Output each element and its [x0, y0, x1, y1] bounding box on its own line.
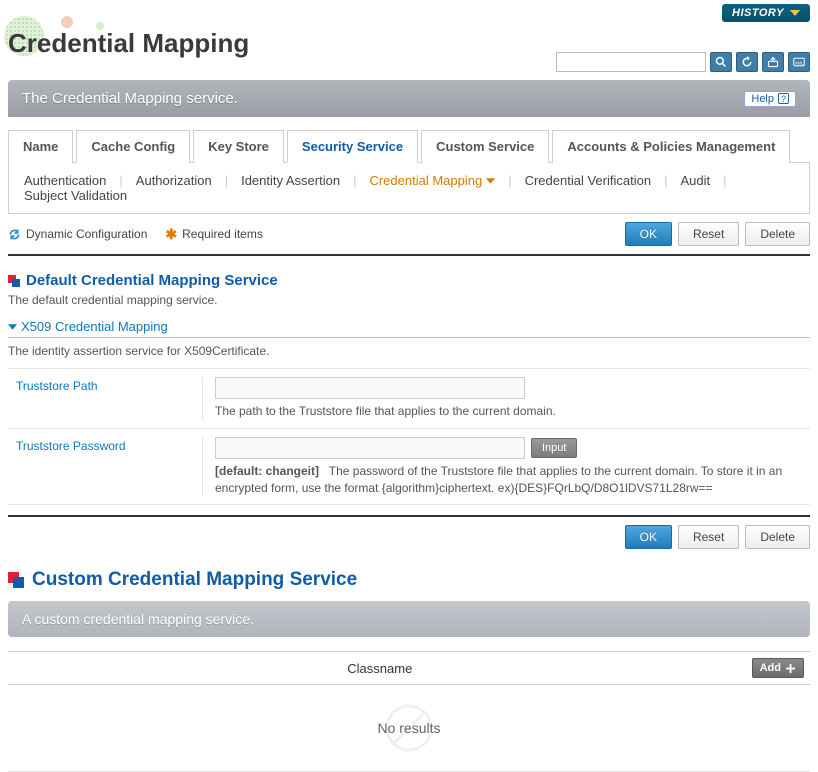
tab-custom-service[interactable]: Custom Service [421, 130, 549, 163]
ok-button-2[interactable]: OK [625, 525, 672, 549]
help-button[interactable]: Help ? [744, 91, 796, 107]
tab-security-service[interactable]: Security Service [287, 130, 418, 163]
banner-text: The Credential Mapping service. [22, 90, 238, 107]
svg-text:XML: XML [795, 60, 804, 65]
add-button[interactable]: Add [752, 658, 804, 678]
delete-button-2[interactable]: Delete [745, 525, 810, 549]
xml-icon: XML [793, 56, 805, 68]
subtab-subject-validation[interactable]: Subject Validation [21, 188, 130, 203]
truststore-password-input[interactable] [215, 437, 525, 459]
subtab-authentication[interactable]: Authentication [21, 173, 109, 188]
xml-icon-button[interactable]: XML [788, 52, 810, 72]
reset-button-2[interactable]: Reset [678, 525, 739, 549]
chevron-down-icon [8, 324, 17, 330]
classname-column-header: Classname [8, 661, 752, 676]
history-label: HISTORY [732, 7, 784, 19]
separator: | [119, 173, 122, 188]
truststore-path-input[interactable] [215, 377, 525, 399]
section-icon [8, 275, 20, 287]
separator: | [723, 173, 726, 188]
subtab-credential-verification[interactable]: Credential Verification [522, 173, 654, 188]
search-icon-button[interactable] [710, 52, 732, 72]
question-icon: ? [778, 93, 789, 104]
delete-button[interactable]: Delete [745, 222, 810, 246]
tab-key-store[interactable]: Key Store [193, 130, 284, 163]
search-input[interactable] [556, 52, 706, 72]
expander-desc: The identity assertion service for X509C… [8, 338, 810, 368]
password-default-tag: [default: changeit] [215, 464, 319, 478]
separator: | [664, 173, 667, 188]
sync-icon [8, 228, 21, 241]
default-section-title: Default Credential Mapping Service [26, 272, 278, 289]
dynamic-config-label: Dynamic Configuration [26, 227, 147, 241]
asterisk-icon: ✱ [165, 226, 177, 243]
password-input-button[interactable]: Input [531, 438, 577, 458]
plus-icon [785, 663, 796, 674]
required-label: Required items [182, 227, 263, 241]
dynamic-config-indicator: Dynamic Configuration [8, 227, 147, 241]
subtab-audit[interactable]: Audit [677, 173, 713, 188]
custom-section-banner: A custom credential mapping service. [8, 601, 810, 637]
subtab-authorization[interactable]: Authorization [133, 173, 215, 188]
history-button[interactable]: HISTORY [722, 4, 810, 22]
x509-expander[interactable]: X509 Credential Mapping [8, 319, 810, 338]
tab-cache-config[interactable]: Cache Config [76, 130, 190, 163]
reset-button[interactable]: Reset [678, 222, 739, 246]
refresh-icon-button[interactable] [736, 52, 758, 72]
subtab-credential-mapping[interactable]: Credential Mapping [366, 173, 498, 188]
truststore-path-hint: The path to the Truststore file that app… [215, 403, 810, 420]
add-label: Add [760, 662, 781, 674]
page-title: Credential Mapping [8, 22, 249, 59]
section-icon [8, 572, 24, 588]
truststore-password-label: Truststore Password [8, 437, 203, 497]
tab-accounts-policies-management[interactable]: Accounts & Policies Management [552, 130, 790, 163]
export-icon-button[interactable] [762, 52, 784, 72]
tab-name[interactable]: Name [8, 130, 73, 163]
subtab-identity-assertion[interactable]: Identity Assertion [238, 173, 343, 188]
separator: | [225, 173, 228, 188]
export-icon [767, 56, 779, 68]
no-results-text: No results [377, 720, 440, 736]
ok-button[interactable]: OK [625, 222, 672, 246]
default-section-desc: The default credential mapping service. [8, 293, 810, 307]
refresh-icon [741, 56, 753, 68]
truststore-path-label: Truststore Path [8, 377, 203, 420]
search-icon [715, 56, 727, 68]
separator: | [353, 173, 356, 188]
separator: | [508, 173, 511, 188]
expander-label: X509 Credential Mapping [21, 319, 168, 334]
custom-section-title: Custom Credential Mapping Service [32, 569, 357, 591]
required-items-indicator: ✱ Required items [165, 226, 262, 243]
help-label: Help [751, 93, 774, 105]
chevron-down-icon [790, 10, 800, 16]
chevron-down-icon [486, 178, 495, 184]
